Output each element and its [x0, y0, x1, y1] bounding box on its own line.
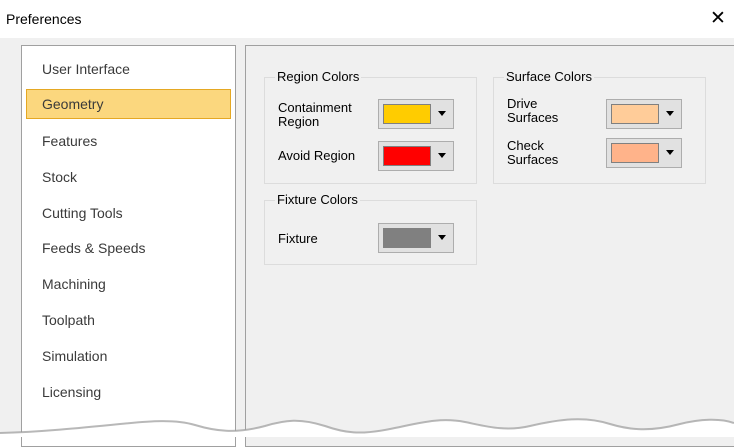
chevron-down-icon: [438, 111, 446, 116]
sidebar-item-user-interface[interactable]: User Interface: [26, 54, 231, 84]
sidebar-item-toolpath[interactable]: Toolpath: [26, 305, 231, 335]
sidebar-item-geometry[interactable]: Geometry: [26, 89, 231, 119]
chevron-down-icon: [666, 150, 674, 155]
fixture-colors-group: Fixture Colors Fixture: [264, 191, 477, 265]
surface-colors-title: Surface Colors: [504, 68, 594, 86]
drive-color-swatch: [611, 104, 659, 124]
surface-colors-group: Surface Colors Drive Surfaces Check Surf…: [493, 68, 706, 184]
fixture-color-picker[interactable]: [378, 223, 454, 253]
check-surfaces-label-line2: Surfaces: [507, 152, 559, 167]
check-color-swatch: [611, 143, 659, 163]
chevron-down-icon: [438, 235, 446, 240]
containment-region-label-line1: Containment: [278, 100, 352, 115]
sidebar-item-features[interactable]: Features: [26, 126, 231, 156]
fixture-color-swatch: [383, 228, 431, 248]
region-colors-group: Region Colors Containment Region Avoid R…: [264, 68, 477, 184]
avoid-region-color-picker[interactable]: [378, 141, 454, 171]
fixture-label: Fixture: [278, 231, 318, 246]
preferences-sidebar: User Interface Geometry Features Stock C…: [21, 45, 236, 447]
torn-edge-decoration: [0, 418, 734, 437]
avoid-region-label: Avoid Region: [278, 148, 356, 163]
avoid-color-swatch: [383, 146, 431, 166]
chevron-down-icon: [438, 153, 446, 158]
check-surfaces-color-picker[interactable]: [606, 138, 682, 168]
close-icon[interactable]: ✕: [710, 9, 726, 28]
check-surfaces-label-line1: Check: [507, 138, 544, 153]
drive-surfaces-color-picker[interactable]: [606, 99, 682, 129]
containment-region-color-picker[interactable]: [378, 99, 454, 129]
title-bar: Preferences ✕: [0, 0, 734, 38]
containment-color-swatch: [383, 104, 431, 124]
chevron-down-icon: [666, 111, 674, 116]
sidebar-item-cutting-tools[interactable]: Cutting Tools: [26, 198, 231, 228]
sidebar-item-stock[interactable]: Stock: [26, 162, 231, 192]
region-colors-title: Region Colors: [275, 68, 362, 86]
containment-region-label-line2: Region: [278, 114, 320, 129]
window-title: Preferences: [6, 11, 82, 27]
sidebar-item-feeds-speeds[interactable]: Feeds & Speeds: [26, 233, 231, 263]
drive-surfaces-label-line2: Surfaces: [507, 110, 559, 125]
settings-panel: Region Colors Containment Region Avoid R…: [245, 45, 734, 447]
fixture-colors-title: Fixture Colors: [275, 191, 360, 209]
drive-surfaces-label-line1: Drive: [507, 96, 538, 111]
sidebar-item-simulation[interactable]: Simulation: [26, 341, 231, 371]
sidebar-item-machining[interactable]: Machining: [26, 269, 231, 299]
